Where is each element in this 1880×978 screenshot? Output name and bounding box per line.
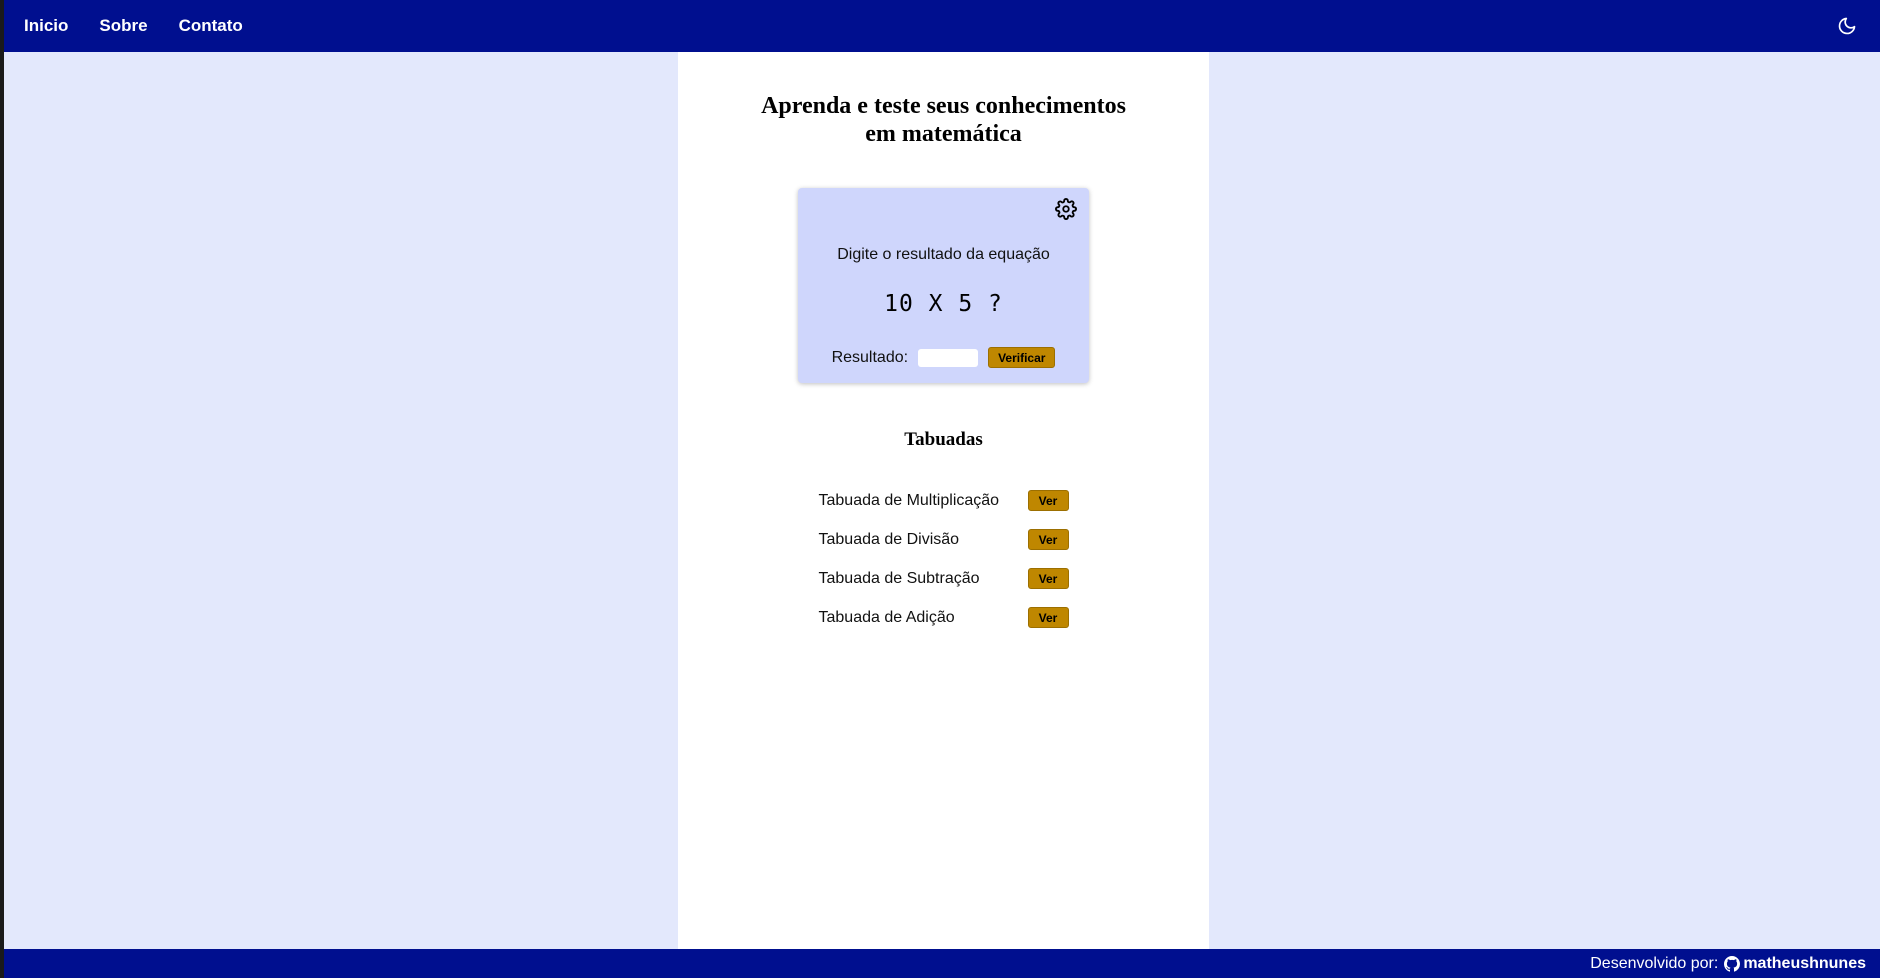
moon-icon xyxy=(1838,17,1856,35)
table-label-subtraction: Tabuada de Subtração xyxy=(818,569,980,587)
nav-link-sobre[interactable]: Sobre xyxy=(99,16,147,36)
theme-toggle-button[interactable] xyxy=(1834,13,1860,39)
settings-button[interactable] xyxy=(1055,198,1079,222)
table-label-addition: Tabuada de Adição xyxy=(818,608,955,626)
navbar: Inicio Sobre Contato xyxy=(4,0,1880,52)
list-item: Tabuada de Divisão Ver xyxy=(819,520,1069,559)
main-content: Aprenda e teste seus conhecimentos em ma… xyxy=(678,52,1209,949)
footer-credit-prefix: Desenvolvido por: xyxy=(1590,954,1719,972)
tables-list: Tabuada de Multiplicação Ver Tabuada de … xyxy=(819,481,1069,637)
view-division-button[interactable]: Ver xyxy=(1027,529,1069,550)
gear-icon xyxy=(1055,198,1077,220)
github-icon xyxy=(1724,955,1741,972)
list-item: Tabuada de Subtração Ver xyxy=(819,559,1069,598)
quiz-answer-row: Resultado: Verificar xyxy=(798,347,1089,368)
author-link[interactable]: matheushnunes xyxy=(1743,955,1866,973)
view-addition-button[interactable]: Ver xyxy=(1027,607,1069,628)
view-subtraction-button[interactable]: Ver xyxy=(1027,568,1069,589)
nav-link-contato[interactable]: Contato xyxy=(179,16,243,36)
quiz-equation: 10 X 5 ? xyxy=(884,291,1003,317)
verify-button[interactable]: Verificar xyxy=(988,347,1056,368)
result-input[interactable] xyxy=(918,348,979,367)
list-item: Tabuada de Multiplicação Ver xyxy=(819,481,1069,520)
quiz-card: Digite o resultado da equação 10 X 5 ? R… xyxy=(798,188,1089,383)
footer: Desenvolvido por: matheushnunes xyxy=(4,949,1880,978)
result-label: Resultado: xyxy=(831,348,909,366)
page-title: Aprenda e teste seus conhecimentos em ma… xyxy=(761,93,1126,147)
table-label-division: Tabuada de Divisão xyxy=(818,530,960,548)
view-multiplication-button[interactable]: Ver xyxy=(1027,490,1069,511)
tables-section-title: Tabuadas xyxy=(904,429,983,450)
quiz-instruction: Digite o resultado da equação xyxy=(837,246,1050,263)
list-item: Tabuada de Adição Ver xyxy=(819,598,1069,637)
table-label-multiplication: Tabuada de Multiplicação xyxy=(818,491,1000,509)
nav-link-inicio[interactable]: Inicio xyxy=(24,16,68,36)
